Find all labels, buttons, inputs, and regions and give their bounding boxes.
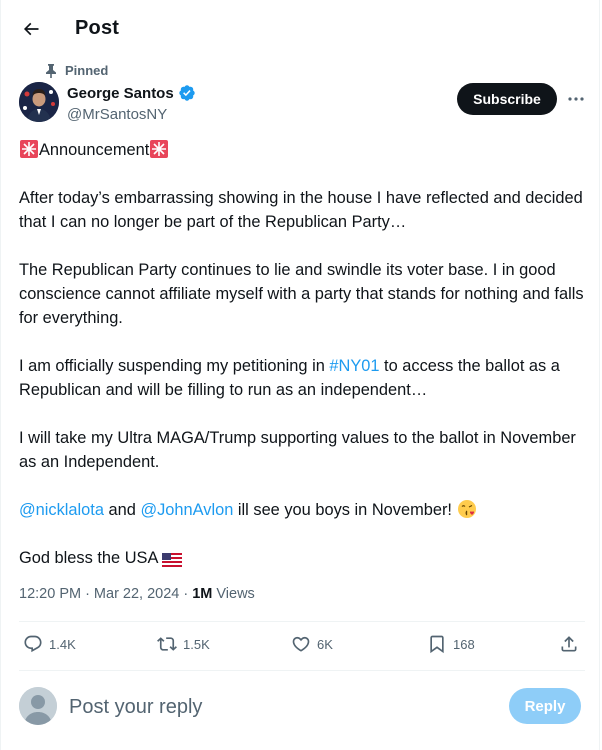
pinned-label: Pinned (65, 63, 109, 78)
back-button[interactable] (15, 13, 47, 45)
post-paragraph-5-text: ill see you boys in November! (233, 501, 457, 519)
reply-button[interactable]: Reply (509, 688, 581, 724)
post-paragraph-4: I will take my Ultra MAGA/Trump supporti… (19, 429, 576, 471)
pinned-indicator: Pinned (45, 63, 108, 78)
current-user-avatar[interactable] (19, 687, 57, 725)
post-paragraph-5-and: and (103, 501, 141, 519)
reply-composer: Reply (1, 680, 601, 736)
heart-icon (292, 636, 310, 652)
like-count: 6K (317, 636, 333, 652)
post-detail-page: Post Pinned George Santos @MrSantosNY Su… (0, 0, 600, 750)
post-paragraph-1: After today’s embarrassing showing in th… (19, 189, 583, 231)
author-avatar[interactable] (19, 82, 59, 122)
siren-emoji-icon (20, 140, 38, 158)
meta-separator: · (183, 586, 189, 602)
more-options-button[interactable] (563, 88, 589, 110)
post-date[interactable]: Mar 22, 2024 (94, 586, 179, 602)
divider (19, 621, 585, 622)
author-handle[interactable]: @MrSantosNY (67, 106, 167, 123)
views-label: Views (216, 586, 255, 602)
views-count: 1M (192, 586, 213, 602)
reply-icon (24, 635, 42, 653)
post-paragraph-6: God bless the USA (19, 546, 587, 570)
share-action[interactable] (559, 634, 579, 654)
post-paragraph-6-text: God bless the USA (19, 549, 163, 567)
bookmark-action[interactable]: 168 (427, 634, 475, 654)
mention-link-nicklalota[interactable]: @nicklalota (19, 501, 104, 519)
reply-action[interactable]: 1.4K (23, 634, 76, 654)
mention-link-johnavlon[interactable]: @JohnAvlon (140, 501, 233, 519)
share-icon (561, 636, 577, 652)
siren-emoji-icon (150, 140, 169, 158)
us-flag-emoji-icon (162, 553, 183, 567)
reply-input[interactable] (69, 692, 489, 722)
author-display-name[interactable]: George Santos (67, 85, 174, 102)
pin-icon (46, 63, 56, 78)
post-title-text: Announcement (39, 141, 150, 159)
repost-action[interactable]: 1.5K (157, 634, 210, 654)
repost-icon (157, 637, 177, 651)
hashtag-link-ny01[interactable]: #NY01 (329, 357, 379, 375)
post-time[interactable]: 12:20 PM (19, 586, 81, 602)
arrow-left-icon (23, 22, 39, 36)
page-title: Post (75, 17, 120, 39)
top-bar: Post (1, 0, 601, 58)
repost-count: 1.5K (183, 636, 210, 652)
post-paragraph-5: @nicklalota and @JohnAvlon ill see you b… (19, 498, 587, 522)
divider (19, 670, 585, 671)
more-horizontal-icon (568, 97, 584, 101)
like-action[interactable]: 6K (291, 634, 333, 654)
kiss-face-emoji-icon (457, 500, 476, 518)
reply-count: 1.4K (49, 636, 76, 652)
meta-separator: · (85, 586, 90, 602)
author-name-row[interactable]: George Santos (67, 84, 196, 102)
post-paragraph-3: I am officially suspending my petitionin… (19, 354, 587, 402)
verified-badge-icon (179, 85, 195, 101)
post-meta: 12:20 PM · Mar 22, 2024 · 1M Views (19, 586, 255, 602)
subscribe-button[interactable]: Subscribe (457, 83, 557, 115)
post-paragraph-2: The Republican Party continues to lie an… (19, 261, 584, 327)
action-bar: 1.4K 1.5K 6K 168 (1, 624, 601, 668)
post-title-line: Announcement (19, 138, 587, 162)
bookmark-icon (430, 635, 444, 654)
post-text: Announcement After today’s embarrassing … (19, 138, 587, 570)
post-paragraph-3-text: I am officially suspending my petitionin… (19, 357, 330, 375)
bookmark-count: 168 (453, 636, 475, 652)
